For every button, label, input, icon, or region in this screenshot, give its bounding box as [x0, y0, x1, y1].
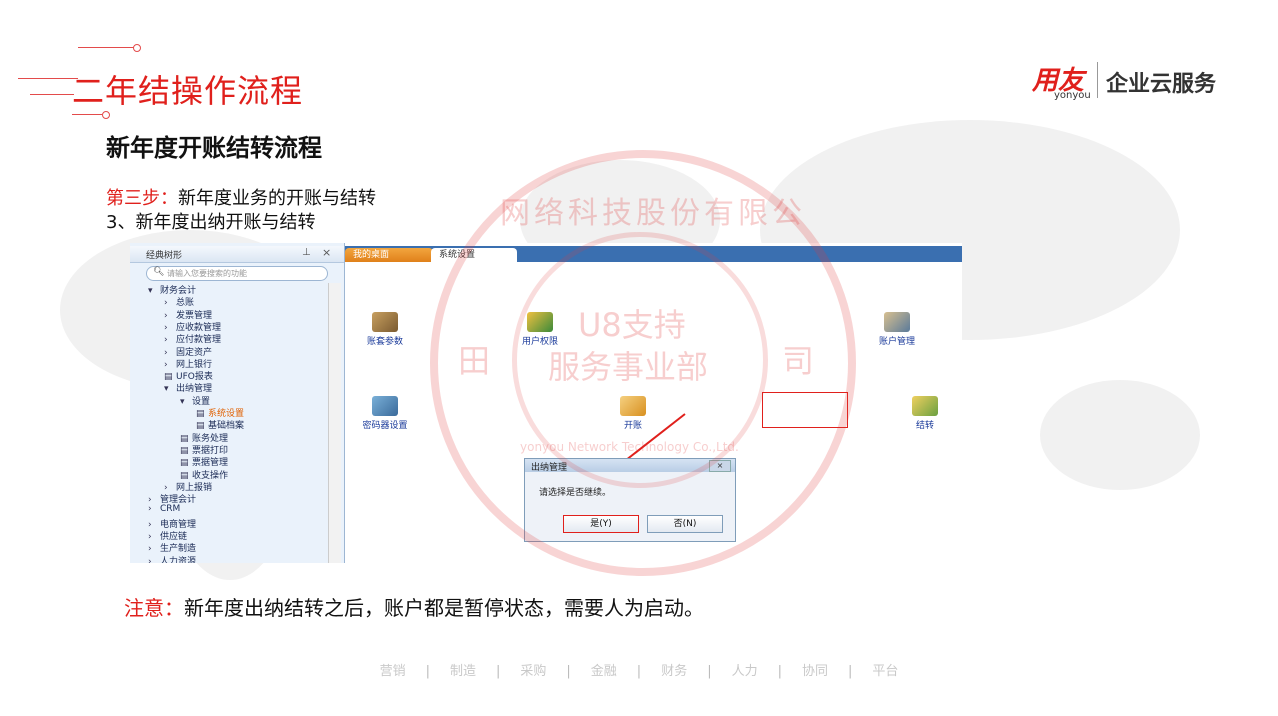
fn-label: 账户管理: [878, 337, 915, 347]
watermark-left-char: 田: [458, 342, 491, 380]
tree-item[interactable]: ▾ 出纳管理: [164, 381, 212, 394]
step-label: 第三步：: [106, 188, 178, 209]
tree-arrow-icon: ›: [148, 556, 152, 563]
tree-item[interactable]: › 管理会计: [148, 492, 196, 505]
tree-scrollbar[interactable]: [328, 283, 341, 563]
tab-my-desktop[interactable]: 我的桌面: [345, 248, 433, 262]
tree-item[interactable]: ▾ 设置: [180, 394, 210, 407]
section-heading: 新年度开账结转流程: [106, 134, 322, 162]
tree-item[interactable]: ▤ 系统设置: [196, 406, 244, 419]
tree-item[interactable]: ▤ 账务处理: [180, 431, 228, 444]
footer-separator: |: [636, 664, 642, 679]
tree-item[interactable]: ▾ 财务会计: [148, 283, 196, 296]
tree-item[interactable]: ▤ UFO报表: [164, 369, 213, 382]
search-icon: 🔍︎: [153, 267, 165, 277]
tree-title: 经典树形: [146, 251, 183, 261]
footer-item: 制造: [449, 664, 476, 679]
footer-separator: |: [495, 664, 501, 679]
watermark-small-text: yonyou Network Technology Co.,Ltd.: [520, 440, 739, 454]
tree-item[interactable]: › CRM: [148, 504, 180, 514]
footer-nav: 营销 | 制造 | 采购 | 金融 | 财务 | 人力 | 协同 | 平台: [0, 660, 1278, 679]
step-text: 新年度业务的开账与结转: [178, 188, 376, 209]
logo-divider: [1097, 62, 1098, 98]
carry-forward-icon: [912, 396, 938, 416]
tree-header: 经典树形 ⊥ ×: [130, 246, 344, 263]
footer-item: 财务: [661, 664, 688, 679]
note-line: 注意：新年度出纳结转之后，账户都是暂停状态，需要人为启动。: [124, 592, 704, 621]
footer-separator: |: [707, 664, 712, 679]
footer-separator: |: [425, 664, 430, 679]
tree-arrow-icon: ▾: [164, 384, 169, 395]
search-placeholder: 请输入您要搜索的功能: [167, 269, 247, 278]
tree-item[interactable]: › 人力资源: [148, 554, 196, 563]
tree-arrow-icon: ›: [148, 504, 152, 515]
footer-separator: |: [566, 664, 571, 679]
tree-item-label: 人力资源: [160, 556, 197, 563]
search-input[interactable]: 🔍︎ 请输入您要搜索的功能: [146, 266, 328, 281]
step-line: 第三步：新年度业务的开账与结转: [106, 184, 376, 210]
footer-item: 协同: [802, 664, 829, 679]
tree-item[interactable]: › 应收款管理: [164, 320, 221, 333]
fn-label: 密码器设置: [362, 421, 408, 431]
tree-item[interactable]: › 发票管理: [164, 308, 212, 321]
header-decor-line: [72, 114, 102, 115]
header-decor-line: [78, 47, 134, 48]
tree-item-label: CRM: [160, 504, 181, 515]
tree-item[interactable]: › 应付款管理: [164, 332, 221, 345]
note-text: 新年度出纳结转之后，账户都是暂停状态，需要人为启动。: [184, 596, 704, 620]
footer-item: 营销: [379, 664, 406, 679]
slide-title: 二年结操作流程: [72, 72, 304, 110]
tree-item[interactable]: › 电商管理: [148, 517, 196, 530]
footer-separator: |: [777, 664, 782, 679]
fn-account-mgmt[interactable]: 账户管理: [857, 312, 937, 347]
tree-arrow-icon: ▾: [148, 286, 153, 296]
header-decor-line: [18, 78, 78, 79]
note-label: 注意：: [124, 596, 184, 620]
encryptor-icon: [372, 396, 398, 416]
tree-item[interactable]: ▤ 票据打印: [180, 443, 228, 456]
watermark-right-char: 司: [782, 342, 815, 380]
header-decor-dot: [133, 44, 141, 52]
tree-panel: 经典树形 ⊥ × 🔍︎ 请输入您要搜索的功能 ▾ 财务会计 › 总账 › 发票管理 › 应收款…: [130, 243, 345, 563]
tree-item[interactable]: › 网上报销: [164, 480, 212, 493]
tree-item[interactable]: › 网上银行: [164, 357, 212, 370]
watermark-line1: U8支持: [578, 306, 686, 344]
watermark-line2: 服务事业部: [548, 348, 709, 386]
tree-item[interactable]: ▤ 收支操作: [180, 468, 228, 481]
fn-encryptor-settings[interactable]: 密码器设置: [345, 396, 425, 431]
footer-separator: |: [848, 664, 853, 679]
footer-item: 金融: [590, 664, 617, 679]
header-decor-dot: [102, 111, 110, 119]
footer-item: 平台: [872, 664, 899, 679]
ledger-icon: [372, 312, 398, 332]
logo-tagline: 企业云服务: [1106, 72, 1217, 97]
footer-item: 人力: [731, 664, 758, 679]
tree-item[interactable]: ▤ 票据管理: [180, 455, 228, 468]
fn-label: 结转: [915, 421, 934, 431]
fn-carry-forward[interactable]: 结转: [885, 396, 962, 431]
tree-item[interactable]: › 供应链: [148, 529, 187, 542]
fn-label: 账套参数: [366, 337, 403, 347]
close-icon[interactable]: ×: [322, 246, 331, 259]
tree-item[interactable]: › 总账: [164, 295, 194, 308]
fn-account-params[interactable]: 账套参数: [345, 312, 425, 347]
tree-item[interactable]: › 固定资产: [164, 345, 212, 358]
tree-arrow-icon: ▾: [180, 396, 185, 407]
tree-item[interactable]: ▤ 基础档案: [196, 418, 244, 431]
account-icon: [884, 312, 910, 332]
header-decor-line: [30, 94, 74, 95]
yonyou-logo-sub: yonyou: [1054, 90, 1091, 101]
footer-item: 采购: [520, 664, 547, 679]
tree-item[interactable]: › 生产制造: [148, 541, 196, 554]
sub-step: 3、新年度出纳开账与结转: [106, 212, 316, 233]
watermark-arc-text: 网络科技股份有限公: [500, 196, 806, 231]
pin-icon[interactable]: ⊥: [302, 247, 311, 258]
